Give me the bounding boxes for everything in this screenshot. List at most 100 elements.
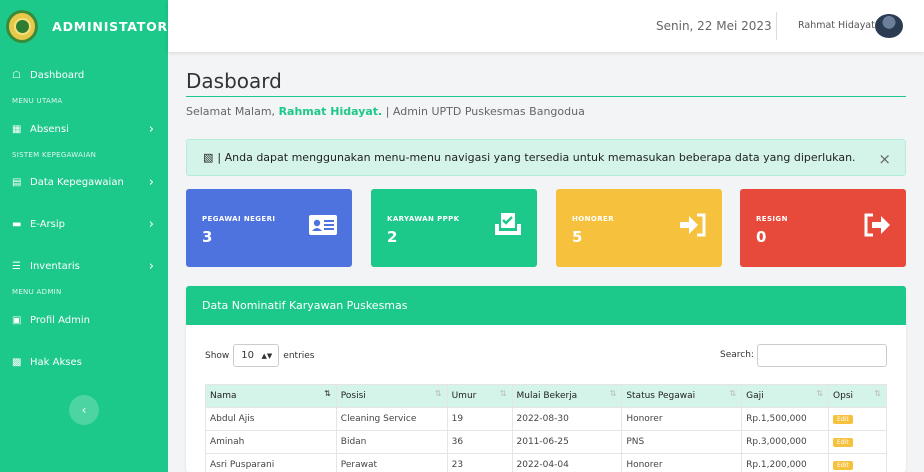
sidebar-item-label: Profil Admin	[30, 314, 90, 326]
stat-card-honorer[interactable]: HONORER 5	[556, 189, 722, 267]
sidebar-item-hak-akses[interactable]: ▩ Hak Akses	[0, 355, 168, 369]
cell-mulai-bekerja: 2011-06-25	[511, 430, 623, 454]
sidebar-item-inventaris[interactable]: ☰ Inventaris ›	[0, 258, 168, 274]
entries-select[interactable]: 10 ▲▼	[233, 344, 280, 367]
sign-out-icon	[864, 213, 890, 237]
sort-icon: ⇅	[816, 389, 824, 398]
cell-umur: 19	[446, 407, 513, 431]
sidebar-heading-menu-admin: MENU ADMIN	[12, 288, 62, 296]
cell-umur: 23	[446, 453, 513, 472]
search-input[interactable]	[757, 344, 887, 367]
stat-card-title: PEGAWAI NEGERI	[202, 215, 276, 223]
alert-text: | Anda dapat menggunakan menu-menu navig…	[217, 151, 856, 164]
stat-card-title: HONORER	[572, 215, 614, 223]
table-row: Abdul Ajis Cleaning Service 19 2022-08-3…	[205, 407, 887, 431]
sidebar-item-label: Absensi	[30, 123, 69, 135]
sidebar-item-label: Data Kepegawaian	[30, 176, 124, 188]
stat-card-karyawan-pppk[interactable]: KARYAWAN PPPK 2	[371, 189, 537, 267]
cell-posisi: Perawat	[335, 453, 448, 472]
check-inbox-icon	[495, 213, 521, 235]
stat-card-value: 5	[572, 228, 583, 246]
column-header-gaji[interactable]: Gaji ⇅	[741, 384, 830, 408]
id-card-icon: ▩	[12, 356, 22, 368]
sort-icon: ⇅	[874, 389, 881, 398]
edit-button[interactable]: Edit	[833, 438, 853, 447]
sort-icon: ⇅	[434, 389, 442, 398]
sidebar-toggle-button[interactable]: ‹	[69, 395, 99, 425]
cell-nama: Aminah	[205, 430, 337, 454]
sidebar-item-label: Inventaris	[30, 260, 80, 272]
search-label: Search:	[720, 350, 754, 360]
sort-icon: ⇅	[609, 389, 617, 398]
column-header-umur[interactable]: Umur ⇅	[446, 384, 513, 408]
user-name[interactable]: Rahmat Hidayat	[798, 20, 875, 31]
column-header-opsi[interactable]: Opsi ⇅	[828, 384, 887, 408]
stat-card-value: 0	[756, 228, 767, 246]
stat-card-value: 3	[202, 228, 213, 246]
cell-nama: Asri Pusparani	[205, 453, 337, 472]
sidebar-item-profil-admin[interactable]: ▣ Profil Admin	[0, 313, 168, 327]
stat-card-title: KARYAWAN PPPK	[387, 215, 460, 223]
cell-posisi: Bidan	[335, 430, 448, 454]
column-header-mulai-bekerja[interactable]: Mulai Bekerja ⇅	[511, 384, 623, 408]
column-header-status-pegawai[interactable]: Status Pegawai ⇅	[621, 384, 743, 408]
stat-card-title: RESIGN	[756, 215, 788, 223]
logo	[6, 9, 39, 43]
column-header-posisi[interactable]: Posisi ⇅	[335, 384, 448, 408]
cell-opsi: Edit	[828, 453, 887, 472]
entries-value: 10	[241, 350, 255, 361]
cell-nama: Abdul Ajis	[205, 407, 337, 431]
entries-control: Show 10 ▲▼ entries	[205, 344, 315, 367]
edit-button[interactable]: Edit	[833, 415, 853, 424]
topbar: Senin, 22 Mei 2023 Rahmat Hidayat	[168, 0, 924, 52]
robot-icon: ▧	[203, 151, 214, 164]
avatar[interactable]	[875, 14, 903, 38]
data-table-panel: Data Nominatif Karyawan Puskesmas Show 1…	[186, 286, 906, 472]
chevron-right-icon: ›	[148, 258, 154, 274]
greeting-prefix: Selamat Malam,	[186, 105, 276, 118]
close-icon[interactable]: ×	[878, 150, 891, 168]
list-icon: ☰	[12, 260, 21, 272]
stat-card-resign[interactable]: RESIGN 0	[740, 189, 906, 267]
sidebar-item-label: E-Arsip	[30, 218, 65, 230]
chevron-left-icon: ‹	[81, 403, 87, 417]
id-card-icon	[309, 215, 337, 235]
cell-status: Honorer	[621, 407, 743, 431]
cell-status: Honorer	[621, 453, 743, 472]
dashboard-icon: ☖	[12, 69, 21, 81]
cell-mulai-bekerja: 2022-04-04	[511, 453, 623, 472]
sort-icon: ⇅	[499, 389, 507, 398]
brand-name: ADMINISTATOR	[52, 18, 168, 34]
info-alert: ▧ | Anda dapat menggunakan menu-menu nav…	[186, 139, 906, 176]
stat-card-pegawai-negeri[interactable]: PEGAWAI NEGERI 3	[186, 189, 352, 267]
sidebar: ADMINISTATOR ☖ Dashboard MENU UTAMA ▦ Ab…	[0, 0, 168, 472]
table-header-row: Nama ⇅ Posisi ⇅ Umur ⇅ Mulai Bekerja ⇅ Statu…	[205, 384, 887, 408]
title-divider	[186, 96, 906, 97]
sign-in-icon	[680, 213, 706, 237]
panel-title: Data Nominatif Karyawan Puskesmas	[186, 286, 906, 325]
sort-icon: ⇅	[324, 389, 331, 398]
sidebar-heading-menu-utama: MENU UTAMA	[12, 97, 63, 105]
sidebar-heading-sistem-kepegawaian: SISTEM KEPEGAWAIAN	[12, 151, 97, 159]
sidebar-item-e-arsip[interactable]: ▬ E-Arsip ›	[0, 216, 168, 232]
cell-umur: 36	[446, 430, 513, 454]
chevron-right-icon: ›	[148, 121, 154, 137]
brand[interactable]: ADMINISTATOR	[0, 0, 168, 52]
edit-button[interactable]: Edit	[833, 461, 853, 470]
chevron-right-icon: ›	[148, 174, 154, 190]
show-label: Show	[205, 350, 230, 361]
cell-gaji: Rp.1,200,000	[741, 453, 830, 472]
cell-opsi: Edit	[828, 407, 887, 431]
column-header-nama[interactable]: Nama ⇅	[205, 384, 337, 408]
cell-opsi: Edit	[828, 430, 887, 454]
grid-icon: ▦	[12, 123, 22, 135]
sidebar-item-dashboard[interactable]: ☖ Dashboard	[0, 68, 168, 82]
sidebar-item-data-kepegawaian[interactable]: ▤ Data Kepegawaian ›	[0, 174, 168, 190]
sidebar-item-absensi[interactable]: ▦ Absensi ›	[0, 121, 168, 137]
chevron-right-icon: ›	[148, 216, 154, 232]
cell-gaji: Rp.1,500,000	[741, 407, 830, 431]
table-row: Asri Pusparani Perawat 23 2022-04-04 Hon…	[205, 453, 887, 472]
greeting-role: | Admin UPTD Puskesmas Bangodua	[385, 105, 585, 118]
cell-mulai-bekerja: 2022-08-30	[511, 407, 623, 431]
employee-table: Nama ⇅ Posisi ⇅ Umur ⇅ Mulai Bekerja ⇅ Statu…	[205, 384, 887, 472]
